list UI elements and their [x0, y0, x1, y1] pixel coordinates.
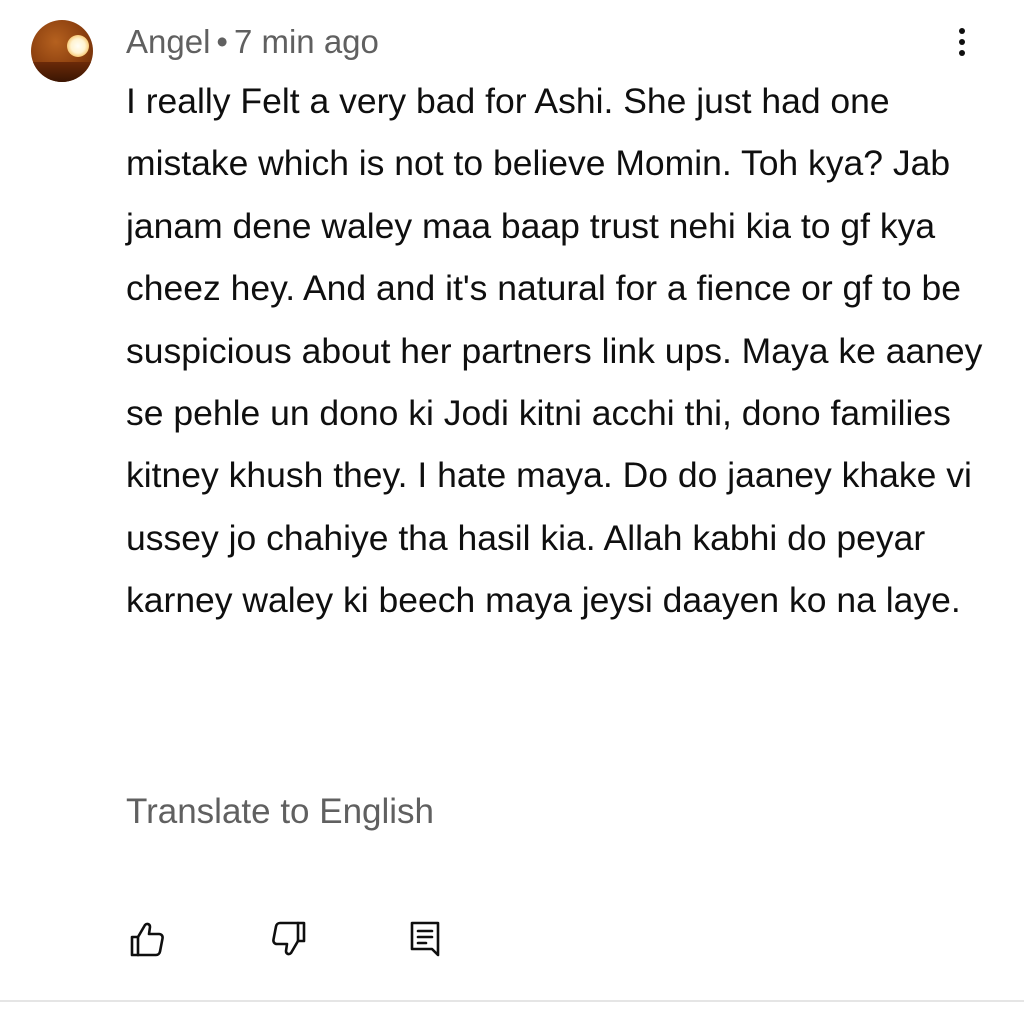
avatar-sun-shape — [67, 35, 89, 57]
thumbs-down-icon — [272, 921, 306, 956]
more-vertical-icon — [959, 28, 965, 34]
more-options-button[interactable] — [940, 20, 984, 64]
dislike-button[interactable] — [266, 915, 314, 963]
comment-card: Angel • 7 min ago I really Felt a very b… — [0, 0, 1024, 1002]
translate-button[interactable]: Translate to English — [126, 788, 434, 836]
author-name[interactable]: Angel — [126, 23, 210, 61]
comment-timestamp: 7 min ago — [233, 23, 379, 60]
reply-comment-icon — [410, 921, 440, 957]
thumbs-up-icon — [130, 922, 164, 957]
comment-meta: Angel • 7 min ago — [126, 22, 379, 62]
comment-text: I really Felt a very bad for Ashi. She j… — [126, 81, 983, 621]
more-vertical-icon-dot — [959, 50, 965, 56]
reply-button[interactable] — [402, 915, 450, 963]
author-avatar[interactable] — [31, 20, 93, 82]
more-vertical-icon-dot — [959, 39, 965, 45]
meta-separator: • — [216, 23, 228, 60]
comment-divider — [0, 1000, 1024, 1002]
like-button[interactable] — [122, 915, 170, 963]
avatar-horizon-shape — [31, 62, 93, 82]
